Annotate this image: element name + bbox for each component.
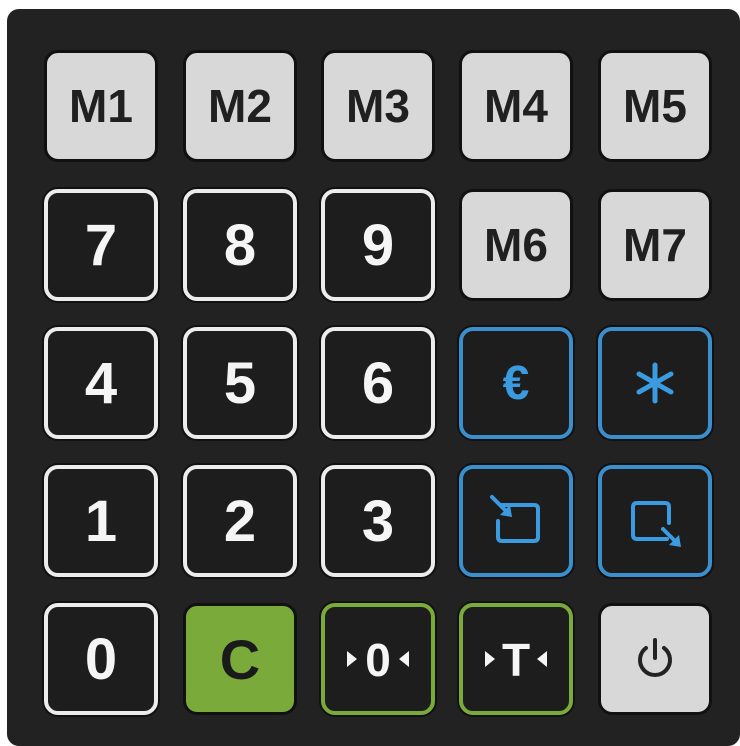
key-label: M3 xyxy=(346,80,410,132)
key-label: M5 xyxy=(623,80,687,132)
number-key-4[interactable]: 4 xyxy=(44,327,158,439)
memory-key-m7[interactable]: M7 xyxy=(598,189,712,301)
box-arrow-in-icon xyxy=(490,495,540,543)
svg-text:0: 0 xyxy=(365,634,391,684)
zero-set-key[interactable]: 0 xyxy=(321,603,435,715)
memory-key-m1[interactable]: M1 xyxy=(44,50,158,162)
key-label: M7 xyxy=(623,219,687,271)
key-label: 2 xyxy=(223,488,257,554)
memory-key-m4[interactable]: M4 xyxy=(459,50,573,162)
box-arrow-out-icon xyxy=(631,501,681,547)
euro-price-key[interactable]: € xyxy=(459,327,573,439)
number-key-7[interactable]: 7 xyxy=(44,189,158,301)
number-key-1[interactable]: 1 xyxy=(44,465,158,577)
key-label: 6 xyxy=(361,350,395,416)
clear-key[interactable]: C xyxy=(183,603,297,715)
key-label: 0 xyxy=(84,626,118,692)
key-label: 1 xyxy=(84,488,118,554)
memory-key-m2[interactable]: M2 xyxy=(183,50,297,162)
number-key-5[interactable]: 5 xyxy=(183,327,297,439)
key-label: 4 xyxy=(84,350,118,416)
key-label: C xyxy=(219,627,261,691)
power-key[interactable] xyxy=(598,603,712,715)
svg-text:T: T xyxy=(502,634,530,684)
key-label: 5 xyxy=(223,350,257,416)
key-label: M2 xyxy=(208,80,272,132)
number-key-6[interactable]: 6 xyxy=(321,327,435,439)
keypad-panel: M1 M2 M3 M4 M5 7 8 9 M6 M7 4 5 6 € 1 2 3 xyxy=(7,9,740,746)
asterisk-icon xyxy=(636,362,674,404)
zero-set-icon: 0 xyxy=(347,634,409,684)
key-label: 7 xyxy=(84,212,118,278)
number-key-3[interactable]: 3 xyxy=(321,465,435,577)
number-key-0[interactable]: 0 xyxy=(44,603,158,715)
number-key-9[interactable]: 9 xyxy=(321,189,435,301)
memory-key-m3[interactable]: M3 xyxy=(321,50,435,162)
euro-icon: € xyxy=(502,356,530,410)
key-label: M6 xyxy=(484,219,548,271)
key-label: 8 xyxy=(223,212,257,278)
memory-key-m6[interactable]: M6 xyxy=(459,189,573,301)
key-label: M1 xyxy=(69,80,133,132)
key-label: M4 xyxy=(484,80,548,132)
memory-key-m5[interactable]: M5 xyxy=(598,50,712,162)
tare-icon: T xyxy=(485,634,547,684)
tare-key[interactable]: T xyxy=(459,603,573,715)
number-key-8[interactable]: 8 xyxy=(183,189,297,301)
key-label: 9 xyxy=(361,212,395,278)
box-arrow-out-key[interactable] xyxy=(598,465,712,577)
asterisk-key[interactable] xyxy=(598,327,712,439)
key-label: 3 xyxy=(361,488,395,554)
power-icon xyxy=(638,638,672,677)
number-key-2[interactable]: 2 xyxy=(183,465,297,577)
box-arrow-in-key[interactable] xyxy=(459,465,573,577)
